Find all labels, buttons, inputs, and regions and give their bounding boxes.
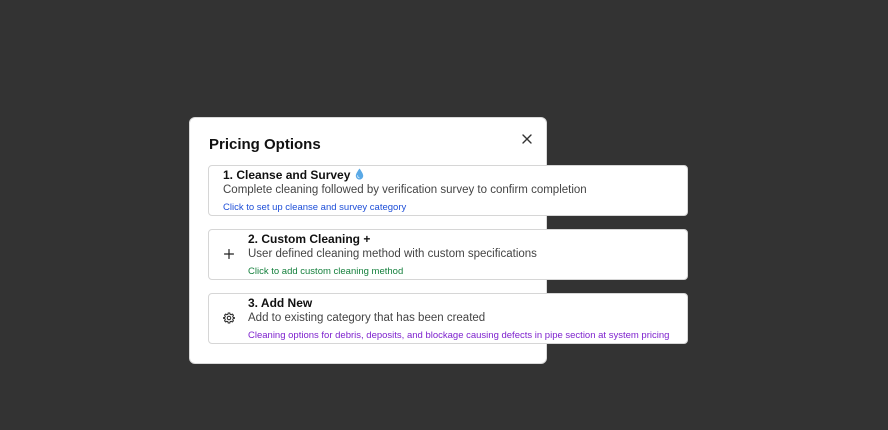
gear-icon bbox=[223, 312, 235, 324]
option-add-new[interactable]: 3. Add New Add to existing category that… bbox=[208, 293, 688, 344]
option-description: User defined cleaning method with custom… bbox=[248, 248, 537, 260]
water-drop-icon bbox=[356, 168, 364, 180]
option-title: 3. Add New bbox=[248, 296, 313, 310]
option-link[interactable]: Click to set up cleanse and survey categ… bbox=[223, 202, 406, 213]
option-description: Complete cleaning followed by verificati… bbox=[223, 184, 587, 196]
dialog-title: Pricing Options bbox=[209, 136, 321, 153]
close-button[interactable] bbox=[518, 130, 536, 148]
option-link[interactable]: Cleaning options for debris, deposits, a… bbox=[248, 330, 669, 341]
plus-icon bbox=[223, 248, 235, 260]
option-description: Add to existing category that has been c… bbox=[248, 312, 486, 324]
option-link[interactable]: Click to add custom cleaning method bbox=[248, 266, 403, 277]
option-title-text: 1. Cleanse and Survey bbox=[223, 168, 351, 182]
option-cleanse-and-survey[interactable]: 1. Cleanse and Survey Complete cleaning … bbox=[208, 165, 688, 216]
option-title: 1. Cleanse and Survey bbox=[223, 168, 364, 182]
modal-backdrop: Pricing Options 1. Cleanse and Survey Co… bbox=[0, 0, 888, 430]
option-custom-cleaning[interactable]: 2. Custom Cleaning + User defined cleani… bbox=[208, 229, 688, 280]
option-title: 2. Custom Cleaning + bbox=[248, 232, 371, 246]
close-icon bbox=[522, 134, 532, 144]
